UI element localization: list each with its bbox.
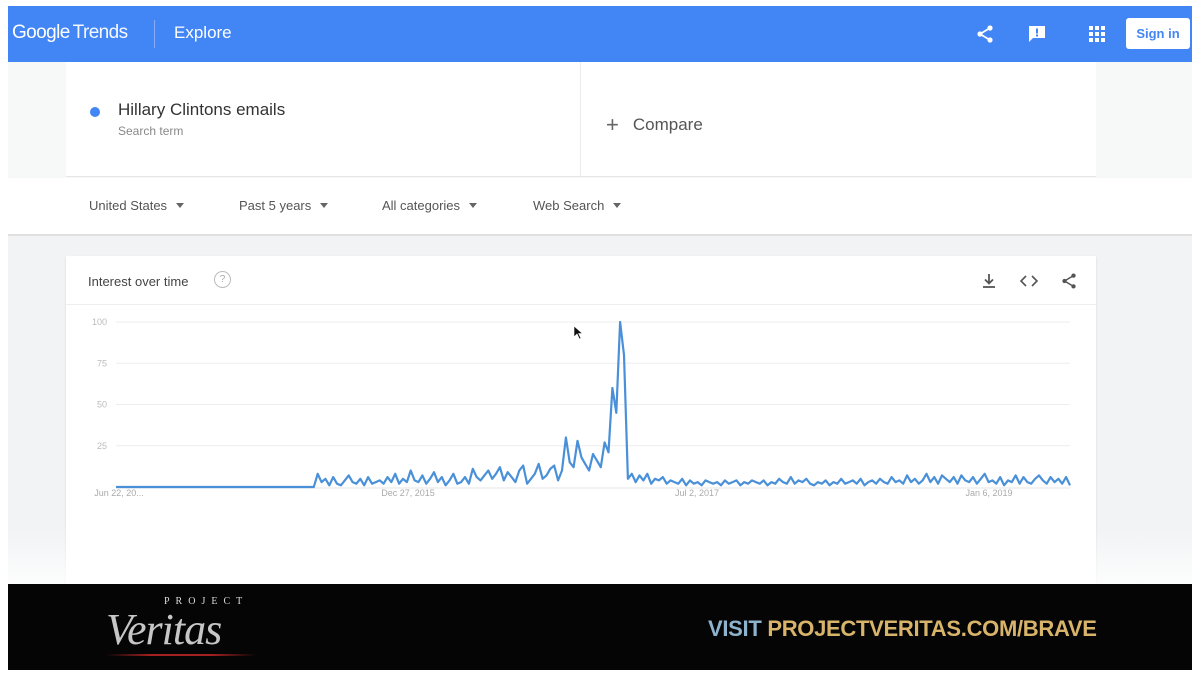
video-fade-overlay [8, 526, 1192, 586]
download-icon[interactable] [978, 270, 1000, 292]
x-tick-label: Jun 22, 20... [94, 488, 144, 498]
share-icon[interactable] [971, 20, 999, 48]
category-filter-label: All categories [382, 198, 461, 213]
logo-veritas-text: Veritas [106, 605, 222, 654]
page-title: Explore [174, 23, 232, 42]
series-color-dot [90, 107, 100, 117]
search-term-card: Hillary Clintons emails Search term + Com… [66, 62, 1096, 177]
visit-url: PROJECTVERITAS.COM/BRAVE [767, 616, 1097, 641]
filter-bar: United States Past 5 years All categorie… [8, 178, 1192, 236]
x-tick-label: Dec 27, 2015 [381, 488, 435, 498]
search-type-filter-dropdown[interactable]: Web Search [533, 198, 622, 213]
card-title: Interest over time [88, 274, 189, 289]
share-icon[interactable] [1058, 270, 1080, 292]
search-term-item[interactable]: Hillary Clintons emails Search term [66, 62, 581, 176]
y-tick-label: 25 [97, 441, 107, 451]
y-tick-label: 100 [92, 317, 107, 327]
embed-code-icon[interactable] [1018, 270, 1040, 292]
feedback-icon[interactable] [1023, 20, 1051, 48]
card-header: Interest over time ? [66, 256, 1096, 305]
y-tick-label: 50 [97, 400, 107, 410]
screen-frame: Google Trends Explore Sign in Hillary Cli… [8, 6, 1192, 670]
x-tick-label: Jul 2, 2017 [675, 488, 719, 498]
caret-down-icon [469, 203, 478, 208]
apps-grid-icon[interactable] [1083, 20, 1111, 48]
header-divider [154, 20, 155, 48]
caret-down-icon [320, 203, 329, 208]
compare-label: Compare [632, 115, 703, 134]
help-icon[interactable]: ? [214, 271, 231, 288]
search-term-sublabel: Search term [118, 124, 184, 138]
search-type-filter-label: Web Search [533, 198, 605, 213]
compare-button[interactable]: + Compare [606, 112, 703, 138]
caret-down-icon [176, 203, 185, 208]
category-filter-dropdown[interactable]: All categories [382, 198, 478, 213]
search-term-panel: Hillary Clintons emails Search term + Com… [8, 62, 1192, 178]
project-veritas-banner: PROJECT Veritas VISIT PROJECTVERITAS.COM… [8, 584, 1192, 670]
time-filter-label: Past 5 years [239, 198, 312, 213]
time-filter-dropdown[interactable]: Past 5 years [239, 198, 329, 213]
caret-down-icon [613, 203, 622, 208]
logo-google-text: Google [12, 22, 70, 43]
y-tick-label: 75 [97, 358, 107, 368]
mouse-cursor-icon [573, 325, 584, 340]
region-filter-dropdown[interactable]: United States [89, 198, 185, 213]
sign-in-button[interactable]: Sign in [1126, 18, 1190, 49]
plus-icon: + [606, 112, 619, 137]
project-veritas-logo: PROJECT Veritas [104, 596, 264, 660]
region-filter-label: United States [89, 198, 168, 213]
google-trends-logo[interactable]: Google Trends [12, 22, 128, 44]
x-tick-label: Jan 6, 2019 [965, 488, 1012, 498]
visit-prefix: VISIT [708, 616, 768, 641]
logo-trends-text: Trends [72, 22, 128, 43]
visit-url-text: VISIT PROJECTVERITAS.COM/BRAVE [708, 616, 1097, 642]
search-term-name[interactable]: Hillary Clintons emails [118, 100, 285, 120]
logo-underline [106, 654, 256, 656]
top-app-bar: Google Trends Explore Sign in [8, 6, 1192, 62]
